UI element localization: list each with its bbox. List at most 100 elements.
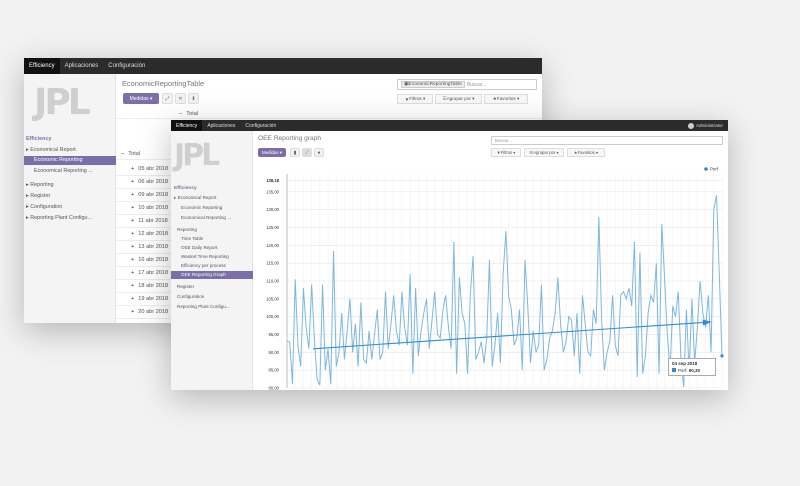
table-row[interactable]: +16 abr 2018 [117,254,177,267]
sidebar-item-label: Economical Report [177,195,217,200]
sidebar-item-economic-reporting[interactable]: Economic Reporting [24,156,116,165]
row-label: 11 abr 2018 [138,218,168,224]
data-point-last [720,354,724,358]
series-swatch [672,368,676,372]
table-row[interactable]: +17 abr 2018 [117,267,177,280]
y-tick-label: 120,00 [266,243,279,248]
sidebar-item-label: Register [30,193,51,199]
table-row[interactable]: +05 abr 2018 [117,163,177,176]
user-name: Administrator [695,123,723,128]
y-tick-label: 85,00 [269,368,280,373]
header-label: Total [186,111,199,117]
table-row[interactable]: +06 abr 2018 [117,176,177,189]
row-label: 19 abr 2018 [138,296,169,302]
y-tick-label: 130,00 [266,207,279,212]
tooltip-row: Perf: 90,30 [672,368,712,373]
tab-efficiency[interactable]: Efficiency [171,120,203,131]
measures-button[interactable]: Medidas ▾ [123,93,159,104]
y-tick-label: 110,00 [267,279,280,284]
row-label: Total [128,151,141,157]
sidebar-item-economical-report[interactable]: ▸ Economical Report [26,147,76,153]
tab-configuracion[interactable]: Configuración [103,58,150,74]
y-tick-label: 90,00 [269,350,280,355]
bar-chart-icon[interactable]: ▮ [290,148,300,157]
tab-efficiency[interactable]: Efficiency [24,58,60,74]
plus-icon: + [131,309,135,315]
sidebar-item-reporting[interactable]: ▸ Reporting [26,182,54,188]
row-label: 13 abr 2018 [138,244,169,250]
y-tick-label: 80,00 [269,386,280,391]
y-tick-label: 125,00 [266,225,279,230]
plus-icon: + [131,283,135,289]
sidebar-item-economical-reporting[interactable]: Economical Reporting ... [34,168,93,174]
favorites-button[interactable]: ★ Favoritos ▾ [484,94,528,104]
search-input[interactable]: ▣ EconomicReportingTable Buscar... [397,79,537,90]
sidebar-item-economical-report[interactable]: ▸ Economical Report [174,195,216,201]
sidebar-item-label: Economical Report [30,147,76,153]
sidebar-item-reporting[interactable]: Reporting [177,227,197,232]
measures-button[interactable]: Medidas ▾ [258,148,286,157]
group-by-button[interactable]: ☰ Agrupar por ▾ [524,148,564,157]
filters-button[interactable]: ▼ Filtros ▾ [491,148,521,157]
download-icon[interactable]: ⬇ [188,93,199,104]
sidebar: JPL Efficiency ▸ Economical Report Econo… [171,131,253,390]
sidebar-item-oee-reporting-graph[interactable]: OEE Reporting Graph [171,271,253,279]
plus-icon: + [131,166,135,172]
favorites-button[interactable]: ★ Favoritos ▾ [567,148,605,157]
sidebar-item-register[interactable]: Register [177,284,194,289]
search-input[interactable]: Buscar... [491,136,723,145]
expand-icon[interactable]: ⤢ [162,93,173,104]
table-row[interactable]: +09 abr 2018 [117,189,177,202]
sidebar-item-reporting-plant[interactable]: Reporting Plant Configu... [177,304,230,309]
sidebar-item-economical-reporting[interactable]: Economical Reporting ... [181,215,231,220]
sidebar-item-wasted-time[interactable]: Wasted Time Reporting [181,254,229,259]
table-row[interactable]: +13 abr 2018 [117,241,177,254]
page-title: EconomicReportingTable [122,79,205,88]
plus-icon: + [131,192,135,198]
search-placeholder: Buscar... [495,138,513,143]
table-row[interactable]: +11 abr 2018 [117,215,177,228]
sidebar-item-register[interactable]: ▸ Register [26,193,50,199]
search-facet[interactable]: ▣ EconomicReportingTable [401,81,465,88]
user-menu[interactable]: Administrator [683,120,728,131]
oee-line-chart: 80,00 85,00 90,00 95,00 100,00 105,00 110,00 11… [266,167,724,391]
sidebar-item-time-table[interactable]: Time Table [181,236,203,241]
sidebar-head-efficiency[interactable]: Efficiency [174,186,197,191]
trend-arrow-head [702,319,712,326]
group-by-button[interactable]: ☰ Agrupar por ▾ [435,94,482,104]
table-row[interactable]: +12 abr 2018 [117,228,177,241]
legend-swatch [704,167,708,171]
filters-button[interactable]: ▼ Filtros ▾ [397,94,433,104]
row-label: 17 abr 2018 [138,270,169,276]
sidebar-item-configuration[interactable]: Configuration [177,294,204,299]
collapse-icon[interactable]: ✕ [175,93,186,104]
trend-arrow-line [312,321,710,350]
pie-chart-icon[interactable]: ● [314,148,324,157]
table-row[interactable]: +20 abr 2018 [117,306,177,319]
filters-label: Filtros ▾ [409,96,426,101]
sidebar-item-oee-daily[interactable]: OEE Daily Report [181,245,217,250]
tab-aplicaciones[interactable]: Aplicaciones [60,58,104,74]
tooltip-value: 90,30 [688,368,701,373]
favorites-label: Favoritos ▾ [496,96,520,101]
table-row[interactable]: +18 abr 2018 [117,280,177,293]
table-row[interactable]: +10 abr 2018 [117,202,177,215]
sidebar-item-configuration[interactable]: ▸ Configuration [26,204,62,210]
table-header-total[interactable]: − Total [117,110,542,119]
sidebar-item-economic-reporting[interactable]: Economic Reporting [181,205,222,210]
tab-aplicaciones[interactable]: Aplicaciones [202,120,240,131]
favorites-label: Favoritos ▾ [577,150,599,155]
sidebar-head-efficiency[interactable]: Efficiency [26,136,51,142]
plus-icon: + [131,270,135,276]
sidebar-item-label: Reporting Plant Configu... [30,215,92,221]
avatar [687,122,694,129]
company-logo: JPL [174,138,220,173]
sidebar-item-efficiency-per-process[interactable]: Efficiency per process [181,263,226,268]
table-row[interactable]: +19 abr 2018 [117,293,177,306]
plus-icon: + [131,244,135,250]
plus-icon: + [131,296,135,302]
tab-configuracion[interactable]: Configuración [240,120,281,131]
line-chart-icon[interactable]: ⟋ [302,148,312,157]
sidebar-item-reporting-plant[interactable]: ▸ Reporting Plant Configu... [26,215,92,221]
minus-icon: − [179,111,183,117]
